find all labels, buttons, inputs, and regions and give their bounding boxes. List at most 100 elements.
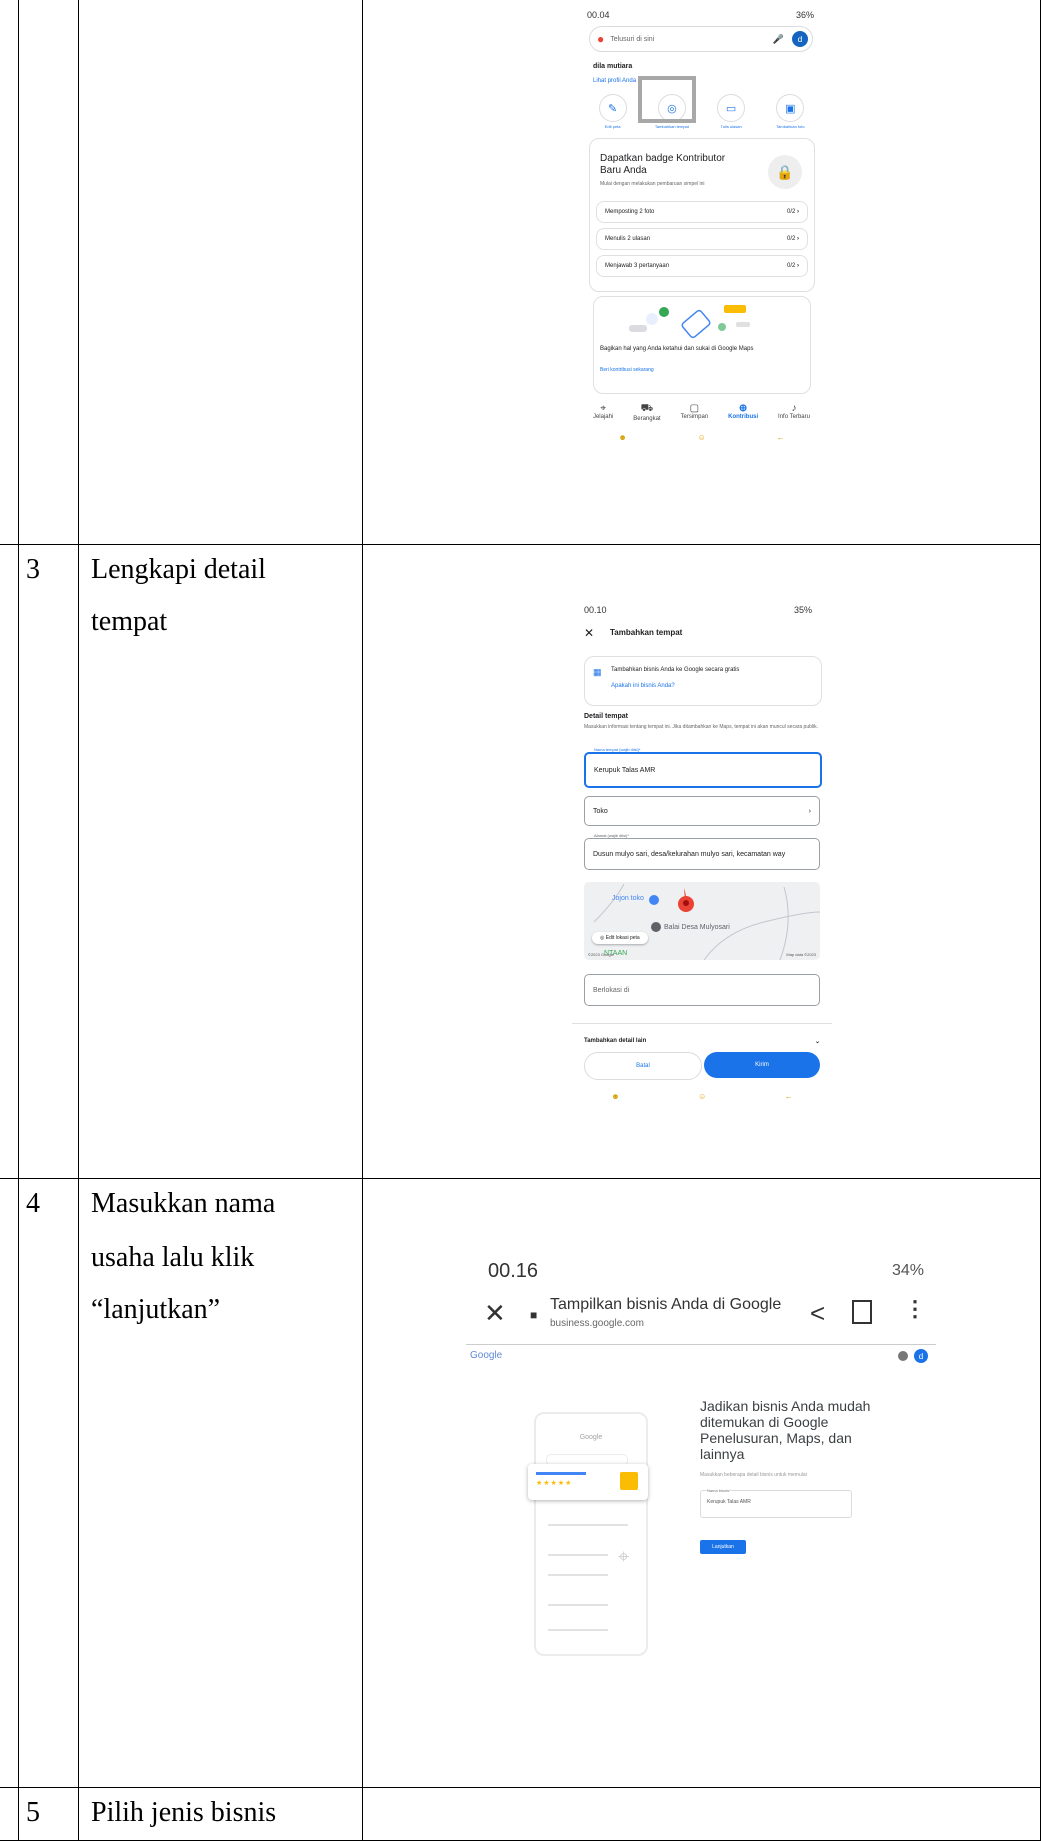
- map-preview[interactable]: Jojon toko Balai Desa Mulyosari NTAAN ©2…: [584, 882, 820, 960]
- place-name-field[interactable]: Kerupuk Talas AMR: [584, 752, 822, 788]
- edit-map-button[interactable]: ◎ Edit lokasi peta: [592, 932, 648, 944]
- close-icon[interactable]: ✕: [584, 626, 594, 640]
- task-progress: 0/2: [786, 236, 796, 242]
- bottom-nav: ⌖ Jelajahi ⛟ Berangkat ▢ Tersimpan ⊕ Kontrib…: [583, 403, 820, 422]
- contribute-link[interactable]: Beri kontribusi sekarang: [600, 367, 654, 373]
- status-battery: 34%: [891, 1262, 924, 1279]
- continue-button[interactable]: Lanjutkan: [700, 1540, 746, 1554]
- nav-label: Tersimpan: [680, 414, 709, 420]
- star-rating-icon: ★★★★★: [536, 1480, 573, 1487]
- submit-button[interactable]: Kirim: [704, 1052, 820, 1078]
- share-icon[interactable]: <: [810, 1298, 825, 1329]
- page-title: Tampilkan bisnis Anda di Google: [550, 1296, 782, 1313]
- location-icon: ◎: [600, 935, 605, 941]
- more-vert-icon[interactable]: ⋮: [904, 1296, 926, 1322]
- location-icon: ⌖: [600, 403, 606, 414]
- status-time: 00.16: [488, 1260, 539, 1282]
- back-icon: ←: [776, 433, 785, 442]
- bell-icon: ♪: [791, 403, 797, 414]
- action-add-photo[interactable]: ▣ Tambahkan foto: [763, 94, 817, 129]
- table-border-col2: [362, 0, 363, 1841]
- avatar[interactable]: d: [914, 1349, 928, 1363]
- business-name-value: Kerupuk Talas AMR: [707, 1499, 751, 1505]
- action-label: Edit peta: [604, 124, 621, 129]
- store-icon: [620, 1472, 638, 1490]
- cat-emoji-icon: ☺: [697, 433, 706, 442]
- cancel-button[interactable]: Batal: [584, 1052, 702, 1080]
- action-row: ✎ Edit peta ◎ Tambahkan tempat ▭ Tulis u…: [583, 94, 820, 129]
- business-name-field[interactable]: Nama bisnis* Kerupuk Talas AMR: [700, 1488, 852, 1518]
- bookmark-icon[interactable]: [852, 1300, 872, 1324]
- more-details-label: Tambahkan detail lain: [584, 1038, 647, 1044]
- map-roads: [593, 883, 820, 960]
- task-row[interactable]: Menjawab 3 pertanyaan 0/2 ›: [596, 255, 808, 277]
- badge-subtitle: Mulai dengan melakukan pembaruan simpel …: [600, 181, 705, 187]
- located-in-placeholder: Berlokasi di: [593, 986, 630, 994]
- photo-icon: ▣: [776, 94, 805, 122]
- nav-go[interactable]: ⛟ Berangkat: [633, 403, 660, 422]
- row-divider-3: [0, 544, 1041, 545]
- commute-icon: ⛟: [640, 403, 654, 414]
- address-label: Alamat (wajib diisi)*: [592, 833, 631, 838]
- address-value: Dusun mulyo sari, desa/kelurahan mulyo s…: [593, 850, 786, 858]
- map-pin-icon: ⌖: [618, 1546, 630, 1568]
- step-text-3-line1: Lengkapi detail: [91, 554, 266, 585]
- badge-title: Dapatkan badge Kontributor Baru Anda: [600, 153, 726, 176]
- illustration-logo: Google: [579, 1434, 603, 1441]
- section-title: Detail tempat: [584, 713, 628, 720]
- action-label: Tambahkan foto: [776, 124, 805, 129]
- emoji-icon: ☻: [618, 433, 627, 442]
- business-card-illustration: ★★★★★: [528, 1464, 648, 1500]
- screenshot-contribute: 00.04 36% ● Telusuri di sini 🎤 d dila mu…: [583, 8, 820, 530]
- located-in-field[interactable]: Berlokasi di: [584, 974, 820, 1006]
- section-description: Masukkan informasi tentang tempat ini. J…: [584, 724, 819, 730]
- help-icon[interactable]: [898, 1351, 908, 1361]
- bookmark-icon: ▢: [689, 403, 700, 414]
- more-details-row[interactable]: Tambahkan detail lain ⌄: [584, 1038, 820, 1045]
- page-url: business.google.com: [550, 1318, 644, 1329]
- action-edit-map[interactable]: ✎ Edit peta: [586, 94, 640, 129]
- subheadline: Masukkan beberapa detail bisnis untuk me…: [700, 1472, 807, 1478]
- nav-contribute[interactable]: ⊕ Kontribusi: [728, 403, 758, 422]
- divider: [572, 1023, 832, 1024]
- profile-link[interactable]: Lihat profil Anda: [593, 78, 636, 84]
- cat-emoji-icon: ☺: [698, 1092, 707, 1101]
- mic-icon[interactable]: 🎤: [773, 34, 784, 45]
- step-text-3-line2: tempat: [91, 606, 168, 637]
- step-text-4-line3: “lanjutkan”: [91, 1294, 221, 1325]
- back-icon: ←: [784, 1092, 793, 1101]
- nav-label: Info Terbaru: [778, 414, 810, 420]
- nav-updates[interactable]: ♪ Info Terbaru: [778, 403, 810, 422]
- task-label: Menjawab 3 pertanyaan: [605, 263, 670, 269]
- task-row[interactable]: Menulis 2 ulasan 0/2 ›: [596, 228, 808, 250]
- action-review[interactable]: ▭ Tulis ulasan: [704, 94, 758, 129]
- continue-label: Lanjutkan: [712, 1544, 734, 1550]
- nav-saved[interactable]: ▢ Tersimpan: [681, 403, 709, 422]
- status-battery: 36%: [795, 10, 814, 20]
- illustration-line: [548, 1574, 608, 1576]
- pencil-icon: ✎: [598, 94, 627, 122]
- nav-label: Berangkat: [633, 416, 661, 422]
- status-time: 00.10: [584, 605, 607, 615]
- row-number-4: 4: [26, 1188, 40, 1219]
- task-row[interactable]: Memposting 2 foto 0/2 ›: [596, 201, 808, 223]
- action-label: Tambahkan tempat: [654, 124, 689, 129]
- chevron-down-icon: ⌄: [814, 1039, 820, 1045]
- promo-text: Tambahkan bisnis Anda ke Google secara g…: [611, 667, 740, 673]
- nav-explore[interactable]: ⌖ Jelajahi: [593, 403, 613, 422]
- highlight-box: [638, 76, 696, 123]
- nav-label: Jelajahi: [592, 414, 614, 420]
- nav-label: Kontribusi: [728, 414, 759, 420]
- badge-card: Dapatkan badge Kontributor Baru Anda Mul…: [589, 138, 815, 292]
- place-name-value: Kerupuk Talas AMR: [594, 766, 656, 774]
- category-field[interactable]: Toko ›: [584, 796, 820, 826]
- document-table: 3 Lengkapi detail tempat 4 Masukkan nama…: [0, 0, 1041, 1841]
- close-icon[interactable]: ✕: [484, 1298, 506, 1329]
- address-field[interactable]: Dusun mulyo sari, desa/kelurahan mulyo s…: [584, 838, 820, 870]
- review-icon: ▭: [717, 94, 746, 122]
- contribute-illustration: [629, 305, 750, 339]
- page-title: Tambahkan tempat: [610, 628, 683, 637]
- avatar[interactable]: d: [792, 31, 808, 47]
- promo-link[interactable]: Apakah ini bisnis Anda?: [611, 683, 675, 689]
- search-bar[interactable]: ● Telusuri di sini 🎤 d: [589, 26, 813, 52]
